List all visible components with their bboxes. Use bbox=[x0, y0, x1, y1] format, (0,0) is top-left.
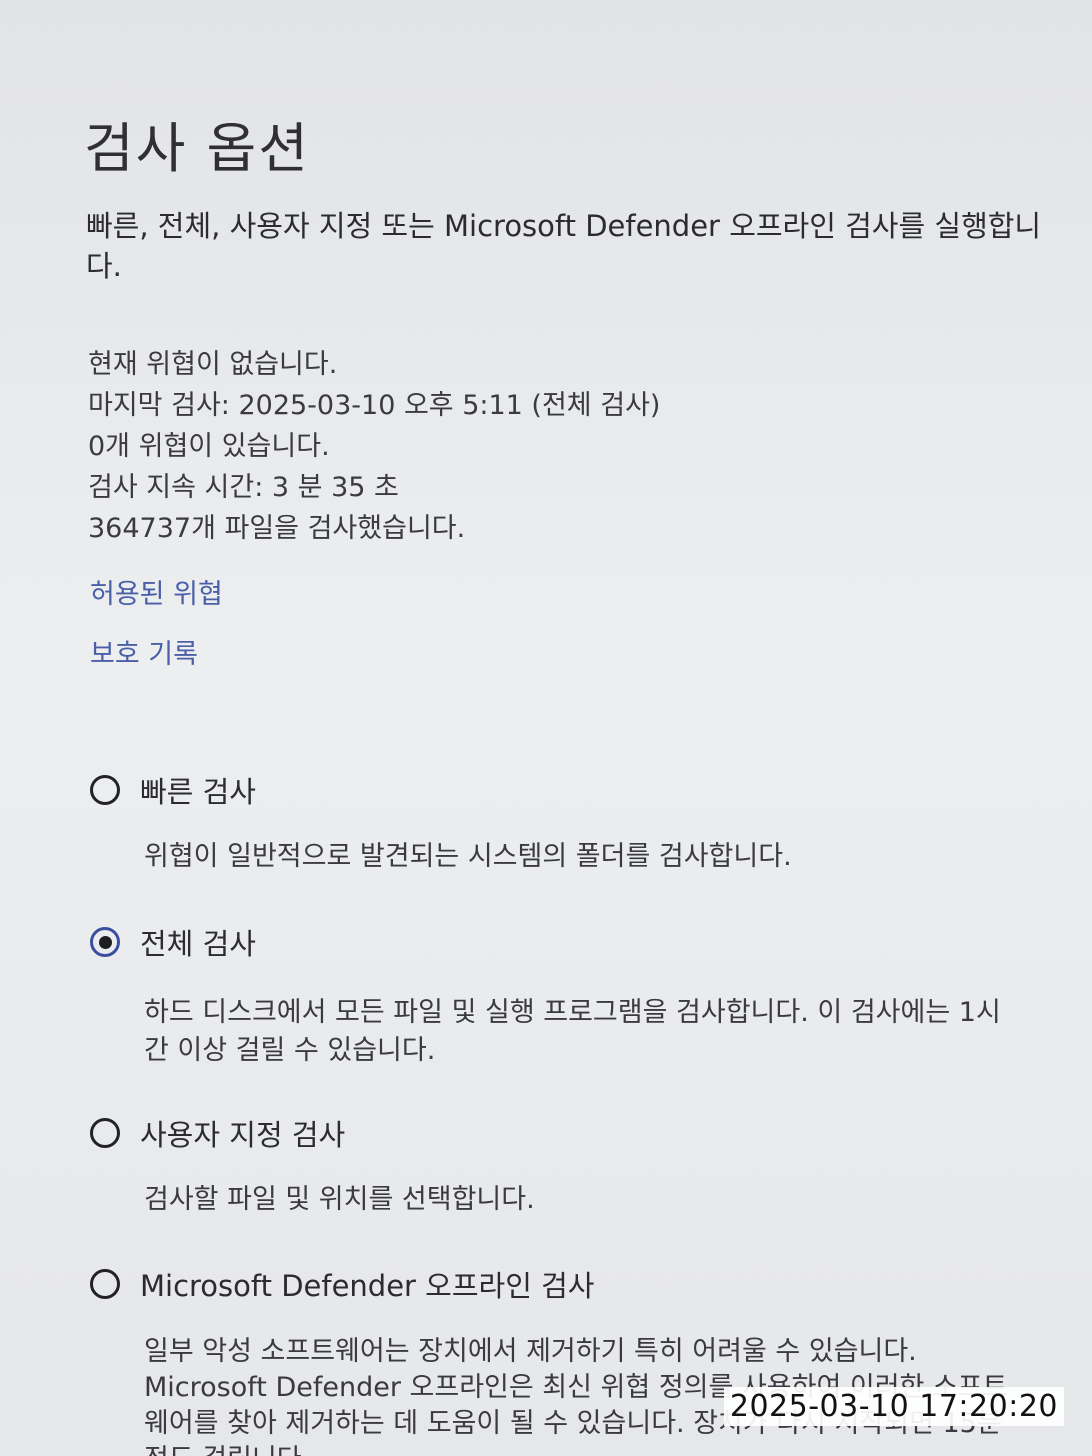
no-threats-text: 현재 위협이 없습니다. bbox=[88, 349, 338, 380]
page-subtitle: 빠른, 전체, 사용자 지정 또는 Microsoft Defender 오프라… bbox=[86, 209, 1042, 283]
last-scan-text: 마지막 검사: 2025-03-10 오후 5:11 (전체 검사) bbox=[88, 390, 661, 421]
full-scan-radio[interactable] bbox=[90, 927, 120, 957]
quick-scan-label: 빠른 검사 bbox=[140, 775, 256, 809]
quick-scan-radio-row[interactable]: 빠른 검사 bbox=[90, 770, 1050, 810]
allowed-threats-link[interactable]: 허용된 위협 bbox=[90, 572, 223, 611]
offline-scan-radio[interactable] bbox=[90, 1269, 120, 1299]
custom-scan-radio-row[interactable]: 사용자 지정 검사 bbox=[90, 1113, 1050, 1153]
custom-scan-description: 검사할 파일 및 위치를 선택합니다. bbox=[144, 1184, 535, 1215]
threats-found-text: 0개 위협이 있습니다. bbox=[88, 431, 330, 462]
full-scan-option: 전체 검사 하드 디스크에서 모든 파일 및 실행 프로그램을 검사합니다. 이… bbox=[90, 922, 1050, 1070]
protection-history-link[interactable]: 보호 기록 bbox=[90, 632, 198, 671]
full-scan-label: 전체 검사 bbox=[140, 927, 256, 961]
files-scanned-text: 364737개 파일을 검사했습니다. bbox=[88, 513, 466, 544]
offline-scan-label: Microsoft Defender 오프라인 검사 bbox=[140, 1269, 595, 1303]
quick-scan-option: 빠른 검사 위협이 일반적으로 발견되는 시스템의 폴더를 검사합니다. bbox=[90, 770, 1050, 876]
offline-scan-option: Microsoft Defender 오프라인 검사 일부 악성 소프트웨어는 … bbox=[90, 1264, 1050, 1456]
custom-scan-radio[interactable] bbox=[90, 1118, 120, 1148]
scan-options-page: 검사 옵션 빠른, 전체, 사용자 지정 또는 Microsoft Defend… bbox=[0, 0, 1092, 1456]
full-scan-description: 하드 디스크에서 모든 파일 및 실행 프로그램을 검사합니다. 이 검사에는 … bbox=[144, 997, 1001, 1066]
full-scan-radio-row[interactable]: 전체 검사 bbox=[90, 922, 1050, 962]
quick-scan-radio[interactable] bbox=[90, 775, 120, 805]
scan-duration-text: 검사 지속 시간: 3 분 35 초 bbox=[88, 472, 399, 503]
page-title: 검사 옵션 bbox=[84, 117, 310, 180]
custom-scan-option: 사용자 지정 검사 검사할 파일 및 위치를 선택합니다. bbox=[90, 1113, 1050, 1219]
scan-status-block: 현재 위협이 없습니다. 마지막 검사: 2025-03-10 오후 5:11 … bbox=[88, 344, 660, 549]
photo-timestamp: 2025-03-10 17:20:20 bbox=[723, 1387, 1064, 1426]
offline-scan-radio-row[interactable]: Microsoft Defender 오프라인 검사 bbox=[90, 1264, 1050, 1304]
quick-scan-description: 위협이 일반적으로 발견되는 시스템의 폴더를 검사합니다. bbox=[144, 841, 792, 872]
custom-scan-label: 사용자 지정 검사 bbox=[140, 1118, 346, 1152]
